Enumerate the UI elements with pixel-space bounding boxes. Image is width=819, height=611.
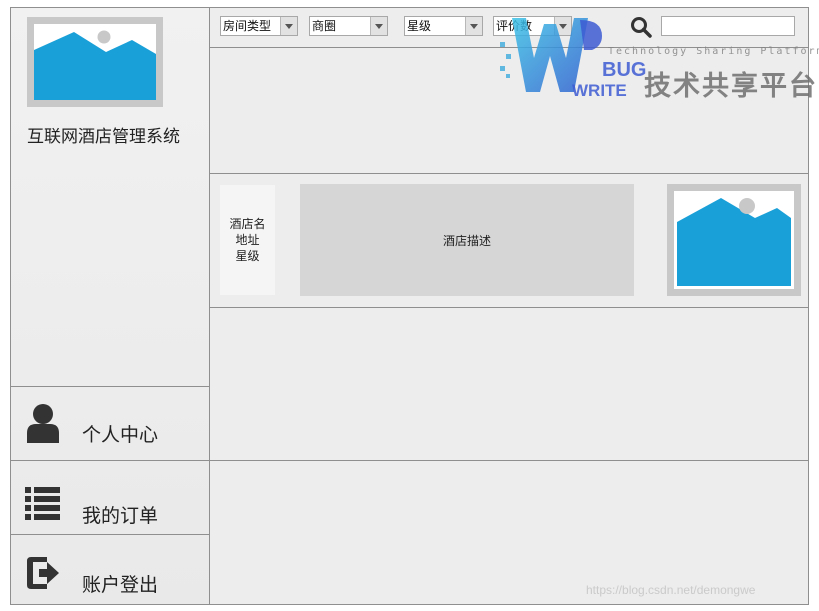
business-district-select[interactable]: 商圈 — [309, 16, 388, 36]
search-icon[interactable] — [630, 16, 652, 38]
hotel-card[interactable]: 酒店名 地址 星级 酒店描述 — [210, 173, 808, 307]
main-content: 房间类型 商圈 星级 评价数 酒店名 地址 星级 酒店描述 — [210, 8, 808, 604]
nav-item-logout[interactable]: 账户登出 — [11, 534, 209, 604]
app-frame: 互联网酒店管理系统 个人中心 我的订单 账户登出 房间类型 商圈 星级 评价数 … — [10, 7, 809, 605]
nav-item-orders-label: 我的订单 — [82, 505, 159, 527]
hotel-address: 地址 — [235, 233, 260, 247]
image-placeholder-icon — [674, 191, 794, 289]
logout-icon — [25, 553, 61, 593]
app-title: 互联网酒店管理系统 — [27, 127, 180, 147]
nav-item-profile-label: 个人中心 — [82, 424, 159, 446]
nav-item-logout-label: 账户登出 — [82, 574, 159, 596]
filter-bar: 房间类型 商圈 星级 评价数 — [210, 8, 808, 48]
row-divider — [210, 460, 808, 461]
business-district-select-value: 商圈 — [312, 19, 337, 33]
chevron-down-icon — [280, 17, 297, 35]
room-type-select-value: 房间类型 — [223, 19, 272, 33]
user-icon — [25, 403, 61, 443]
logo-image-placeholder-icon — [27, 17, 163, 107]
star-rating-select[interactable]: 星级 — [404, 16, 483, 36]
review-count-select-value: 评价数 — [496, 19, 533, 33]
hotel-photo — [667, 184, 801, 296]
hotel-info: 酒店名 地址 星级 — [220, 185, 275, 295]
nav-item-profile[interactable]: 个人中心 — [11, 386, 209, 460]
hotel-description-text: 酒店描述 — [442, 233, 491, 248]
chevron-down-icon — [370, 17, 387, 35]
hotel-star: 星级 — [235, 249, 260, 263]
chevron-down-icon — [554, 17, 571, 35]
room-type-select[interactable]: 房间类型 — [220, 16, 298, 36]
chevron-down-icon — [465, 17, 482, 35]
review-count-select[interactable]: 评价数 — [493, 16, 572, 36]
row-divider — [210, 307, 808, 308]
search-input[interactable] — [661, 16, 795, 36]
hotel-description: 酒店描述 — [300, 184, 634, 296]
star-rating-select-value: 星级 — [407, 19, 432, 33]
nav-item-orders[interactable]: 我的订单 — [11, 460, 209, 534]
sidebar: 互联网酒店管理系统 个人中心 我的订单 账户登出 — [11, 8, 210, 604]
hotel-name: 酒店名 — [229, 217, 266, 231]
list-icon — [25, 483, 61, 523]
